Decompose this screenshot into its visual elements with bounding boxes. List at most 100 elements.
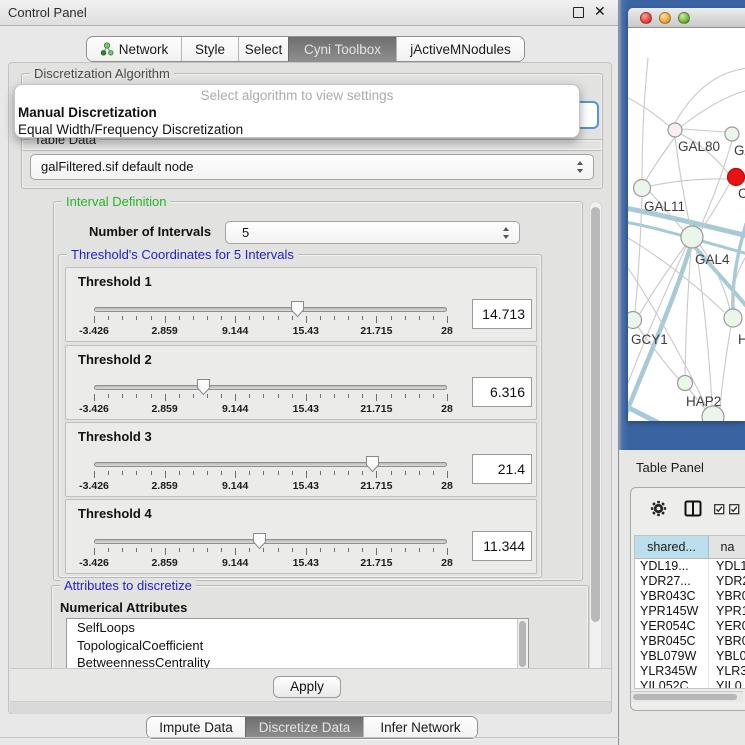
tab-cyni-toolbox[interactable]: Cyni Toolbox: [288, 37, 396, 61]
attributes-scrollbar-thumb[interactable]: [519, 621, 526, 667]
slider-tick: [165, 394, 166, 401]
numerical-attributes-list[interactable]: SelfLoopsTopologicalCoefficientBetweenne…: [66, 618, 529, 674]
table-cell: YDR27...: [635, 574, 709, 589]
slider-tick: [306, 394, 307, 401]
split-columns-icon[interactable]: [684, 500, 702, 517]
network-edge: [628, 98, 669, 126]
table-column-header[interactable]: na: [709, 536, 745, 558]
checkbox-icon[interactable]: [729, 504, 740, 515]
num-intervals-label: Number of Intervals: [89, 224, 211, 239]
network-node-g-top[interactable]: [725, 127, 739, 141]
slider-tick: [136, 548, 137, 552]
network-node-gal80[interactable]: [668, 123, 682, 137]
network-node-gal11[interactable]: [634, 180, 651, 197]
slider-tick: [94, 316, 95, 323]
minimize-traffic-light-icon[interactable]: [659, 12, 671, 24]
table-column-header[interactable]: shared...: [635, 536, 709, 558]
network-node-red[interactable]: [728, 169, 745, 186]
slider-tick: [362, 471, 363, 475]
checkbox-icon[interactable]: [714, 504, 725, 515]
slider-track[interactable]: [94, 307, 447, 312]
network-edge: [682, 129, 725, 132]
table-row[interactable]: YPR145WYPR1: [635, 604, 745, 619]
slider-thumb[interactable]: [196, 378, 211, 396]
apply-button[interactable]: Apply: [273, 676, 341, 698]
num-intervals-value: 5: [242, 222, 249, 243]
slider-track[interactable]: [94, 385, 447, 390]
gear-icon[interactable]: [650, 500, 667, 517]
table-row[interactable]: YLR345WYLR3: [635, 664, 745, 679]
table-row[interactable]: YER054CYER0: [635, 619, 745, 634]
table-cell: YBL079W: [635, 649, 709, 664]
slider-tick: [376, 548, 377, 555]
table-row[interactable]: YIL052CYIL0: [635, 679, 745, 689]
bottom-tab-infer-network[interactable]: Infer Network: [363, 717, 477, 738]
float-window-icon[interactable]: [573, 7, 584, 18]
threshold-value-field[interactable]: 14.713: [472, 299, 532, 329]
table-row[interactable]: YBR043CYBR0: [635, 589, 745, 604]
bottom-tab-impute-data[interactable]: Impute Data: [147, 717, 245, 738]
table-cell: YBR0: [709, 589, 745, 604]
bottom-tab-discretize-data[interactable]: Discretize Data: [245, 717, 363, 738]
tab-label: Impute Data: [159, 720, 233, 735]
slider-tick-label: 15.43: [293, 403, 319, 415]
network-node-hap2[interactable]: [678, 376, 693, 391]
threshold-value-field[interactable]: 21.4: [472, 454, 532, 484]
slider-tick: [433, 316, 434, 320]
attribute-item-selfloops[interactable]: SelfLoops: [67, 619, 528, 637]
cyni-toolbox-panel: Discretization Algorithm Table Data galF…: [8, 62, 612, 714]
threshold-value-field[interactable]: 11.344: [472, 531, 532, 561]
tab-style[interactable]: Style: [181, 37, 238, 61]
num-intervals-combobox[interactable]: 5: [225, 221, 520, 244]
slider-tick-label: 2.859: [151, 403, 177, 415]
table-header-row: shared...na: [635, 536, 745, 559]
table-cell: YPR1: [709, 604, 745, 619]
close-traffic-light-icon[interactable]: [640, 12, 652, 24]
table-hscrollbar-thumb[interactable]: [633, 694, 737, 700]
slider-track[interactable]: [94, 462, 447, 467]
table-hscrollbar[interactable]: [631, 691, 743, 702]
close-window-icon[interactable]: ✕: [594, 3, 606, 20]
tab-label: Select: [245, 42, 283, 57]
attribute-item-topologicalcoefficient[interactable]: TopologicalCoefficient: [67, 637, 528, 655]
slider-tick: [320, 471, 321, 475]
group-title: Discretization Algorithm: [30, 66, 174, 81]
slider-tick: [263, 471, 264, 475]
table-row[interactable]: YDR27...YDR2: [635, 574, 745, 589]
slider-track[interactable]: [94, 539, 447, 544]
table-data-combobox[interactable]: galFiltered.sif default node: [30, 154, 594, 180]
slider-thumb[interactable]: [252, 532, 267, 550]
bottom-tabs: Impute Data Discretize DataInfer Network: [146, 716, 478, 739]
network-node-gcy1[interactable]: [628, 312, 642, 329]
settings-scrollbar[interactable]: [589, 201, 602, 696]
threshold-label: Threshold 4: [78, 506, 152, 521]
tab-network[interactable]: Network: [87, 37, 181, 61]
network-node-h[interactable]: [724, 309, 742, 327]
tab-select[interactable]: Select: [238, 37, 288, 61]
group-title: Attributes to discretize: [60, 578, 196, 593]
slider-tick: [235, 548, 236, 555]
table-data-group: Table Data galFiltered.sif default node: [21, 139, 603, 189]
table-row[interactable]: YBL079WYBL0: [635, 649, 745, 664]
combo-stepper-icon: [577, 160, 584, 174]
node-table: shared...na YDL19...YDL1YDR27...YDR2YBR0…: [634, 535, 745, 689]
popup-option-manual-discretization[interactable]: Manual Discretization: [15, 104, 579, 121]
table-row[interactable]: YBR045CYBR0: [635, 634, 745, 649]
table-row[interactable]: YDL19...YDL1: [635, 559, 745, 574]
table-cell: YBL0: [709, 649, 745, 664]
popup-placeholder-item[interactable]: Select algorithm to view settings: [15, 87, 579, 104]
network-node-label: GAL4: [695, 252, 730, 267]
network-canvas[interactable]: GAL80GACGAL11GAL4GCY1HHAP2: [628, 28, 745, 421]
threshold-value-field[interactable]: 6.316: [472, 377, 532, 407]
settings-scrollbar-thumb[interactable]: [591, 207, 600, 622]
attributes-scrollbar[interactable]: [517, 619, 528, 673]
slider-thumb[interactable]: [365, 455, 380, 473]
slider-tick: [108, 316, 109, 320]
network-node-gal4[interactable]: [681, 226, 703, 248]
tab-jactivemnodules[interactable]: jActiveMNodules: [396, 37, 524, 61]
slider-tick: [320, 394, 321, 398]
popup-option-equal-width-frequency-discretization[interactable]: Equal Width/Frequency Discretization: [15, 121, 579, 138]
zoom-traffic-light-icon[interactable]: [678, 12, 690, 24]
table-cell: YDL1: [709, 559, 745, 574]
network-edge: [650, 179, 728, 186]
